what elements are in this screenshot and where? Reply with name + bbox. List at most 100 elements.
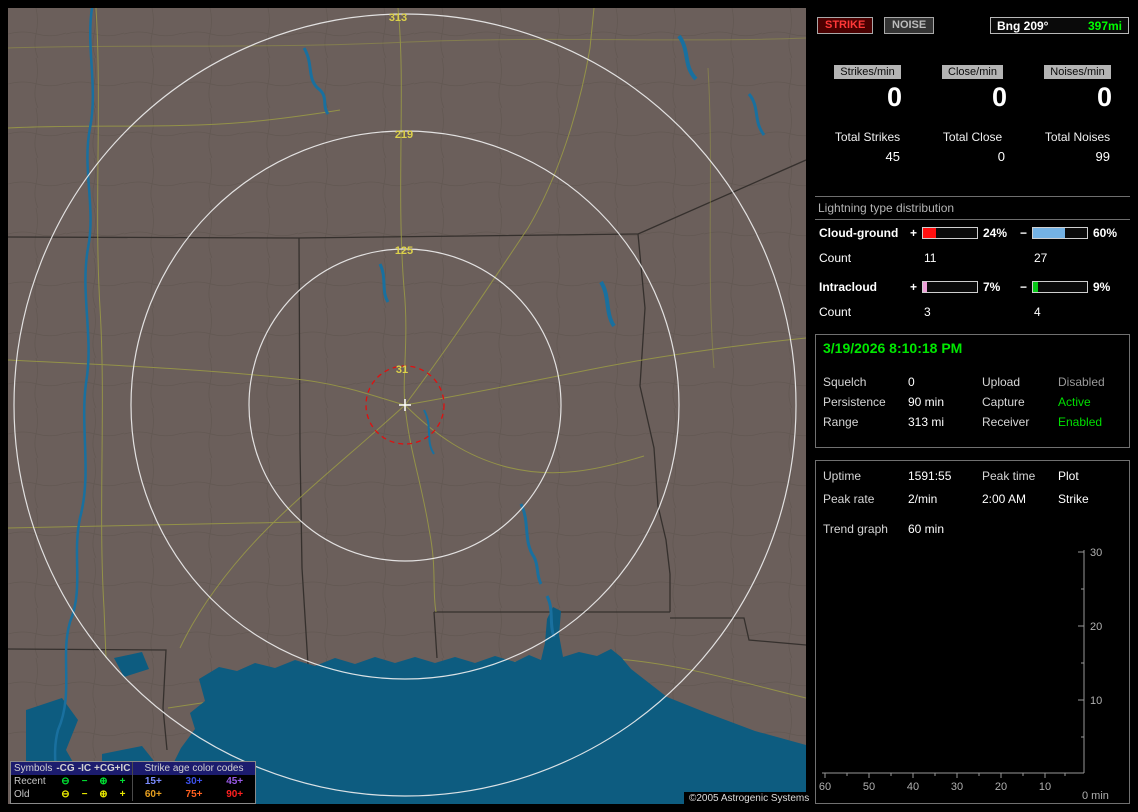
close-per-min-value: 0 [991,82,1007,112]
strikes-per-min-value: 0 [886,82,902,112]
noise-toggle-button[interactable]: NOISE [884,17,935,34]
symbol-legend: Symbols -CG -IC +CG +IC Strike age color… [10,761,256,804]
age-60: 60+ [144,789,162,800]
map-canvas: 313 219 125 31 [8,8,806,804]
lightning-map[interactable]: 313 219 125 31 Symbols -CG -IC +CG +IC S… [8,8,815,805]
total-strikes-label: Total Strikes [834,130,901,144]
age-30: 30+ [185,776,203,787]
ic-positive-gauge [922,281,978,293]
chart-axes [822,550,1085,778]
y-tick-20: 20 [1090,621,1102,633]
upload-label: Upload [982,375,1021,389]
trend-graph-label: Trend graph [823,522,888,536]
squelch-value: 0 [908,375,915,389]
peak-time-label: Peak time [982,469,1036,483]
bearing-value: Bng 209° [997,18,1049,33]
ic-negative-percent: 9% [1093,280,1111,294]
status-row-range: Range 313 mi Receiver Enabled [816,415,1129,431]
close-per-min-label: Close/min [942,65,1003,79]
chart-tick-labels: 30 20 10 60 50 40 30 20 10 0 min [819,547,1109,802]
total-strikes-value: 45 [885,149,900,164]
squelch-label: Squelch [823,375,867,389]
old-neg-cg-icon: ⊖ [61,789,70,800]
plot-value: Strike [1058,492,1089,506]
stats-panel: Uptime 1591:55 Peak time Plot Peak rate … [815,460,1130,804]
stats-row-peak-rate: Peak rate 2/min 2:00 AM Strike [816,492,1129,508]
rate-labels-row: Strikes/min Close/min Noises/min [815,64,1130,79]
trend-graph-window: 60 min [908,522,945,536]
minus-sign: − [1020,280,1028,294]
ring-label-219: 219 [395,129,413,141]
bearing-display: Bng 209° 397mi [990,17,1129,34]
legend-symbols-header: Symbols [14,763,53,774]
ring-label-31: 31 [396,364,408,376]
persistence-value: 90 min [908,395,945,409]
x-tick-40: 40 [907,781,919,793]
intracloud-label: Intracloud [819,280,878,294]
legend-type-pos-ic: +IC [114,763,131,774]
status-panel: 3/19/2026 8:10:18 PM Squelch 0 Upload Di… [815,334,1130,448]
receiver-label: Receiver [982,415,1030,429]
cg-negative-gauge-fill [1033,228,1066,238]
ring-label-125: 125 [395,245,413,257]
legend-type-neg-ic: -IC [77,763,92,774]
y-tick-10: 10 [1090,695,1102,707]
current-datetime: 3/19/2026 8:10:18 PM [823,340,963,356]
trend-graph-row: Trend graph 60 min [816,522,1129,538]
old-pos-cg-icon: ⊕ [99,789,108,800]
old-pos-ic-icon: + [119,789,126,800]
ring-label-313: 313 [389,12,407,24]
legend-recent-ages: 15+ 30+ 45+ [132,775,255,788]
legend-recent-label: Recent [14,776,46,787]
old-neg-ic-icon: − [81,789,88,800]
legend-header-row: Symbols -CG -IC +CG +IC Strike age color… [11,762,255,775]
plot-label: Plot [1058,469,1079,483]
cloud-ground-row: Cloud-ground + 24% − 60% [815,226,1130,242]
persistence-label: Persistence [823,395,886,409]
ic-negative-gauge-fill [1033,282,1038,292]
count-label: Count [819,305,852,319]
strikes-per-min-label: Strikes/min [834,65,901,79]
peak-time-value: 2:00 AM [982,492,1027,506]
range-label: Range [823,415,859,429]
divider [815,196,1130,197]
totals-values-row: 45 0 99 [815,149,1130,164]
intracloud-count-row: Count 3 4 [815,305,1130,321]
sidebar: STRIKE NOISE Bng 209° 397mi Strikes/min … [815,8,1130,804]
plus-sign: + [910,280,918,294]
legend-recent-row: Recent ⊖ − ⊕ + 15+ 30+ 45+ [11,775,255,788]
status-row-squelch: Squelch 0 Upload Disabled [816,375,1129,391]
minus-sign: − [1020,226,1028,240]
divider [815,219,1130,220]
legend-old-label: Old [14,789,30,800]
cg-negative-gauge [1032,227,1088,239]
x-tick-20: 20 [995,781,1007,793]
capture-label: Capture [982,395,1025,409]
capture-status: Active [1058,395,1091,409]
cg-positive-gauge-fill [923,228,936,238]
cg-negative-count: 27 [1034,251,1048,265]
legend-age-header: Strike age color codes [132,762,255,775]
strike-toggle-button[interactable]: STRIKE [817,17,874,34]
legend-old-ages: 60+ 75+ 90+ [132,788,255,801]
noises-per-min-label: Noises/min [1044,65,1111,79]
peak-rate-label: Peak rate [823,492,875,506]
x-tick-0-min: 0 min [1082,790,1109,802]
total-close-value: 0 [997,149,1005,164]
uptime-label: Uptime [823,469,862,483]
ic-negative-gauge [1032,281,1088,293]
legend-type-neg-cg: -CG [56,763,75,774]
total-noises-label: Total Noises [1044,130,1111,144]
distribution-title: Lightning type distribution [818,201,955,215]
recent-neg-ic-icon: − [81,776,88,787]
recent-pos-ic-icon: + [119,776,126,787]
recent-neg-cg-icon: ⊖ [61,776,70,787]
ic-positive-gauge-fill [923,282,927,292]
age-90: 90+ [226,789,244,800]
total-noises-value: 99 [1095,149,1110,164]
x-tick-30: 30 [951,781,963,793]
rate-values-row: 0 0 0 [815,82,1130,113]
stats-row-uptime: Uptime 1591:55 Peak time Plot [816,469,1129,485]
count-label: Count [819,251,852,265]
copyright-notice: ©2005 Astrogenic Systems [684,792,815,805]
